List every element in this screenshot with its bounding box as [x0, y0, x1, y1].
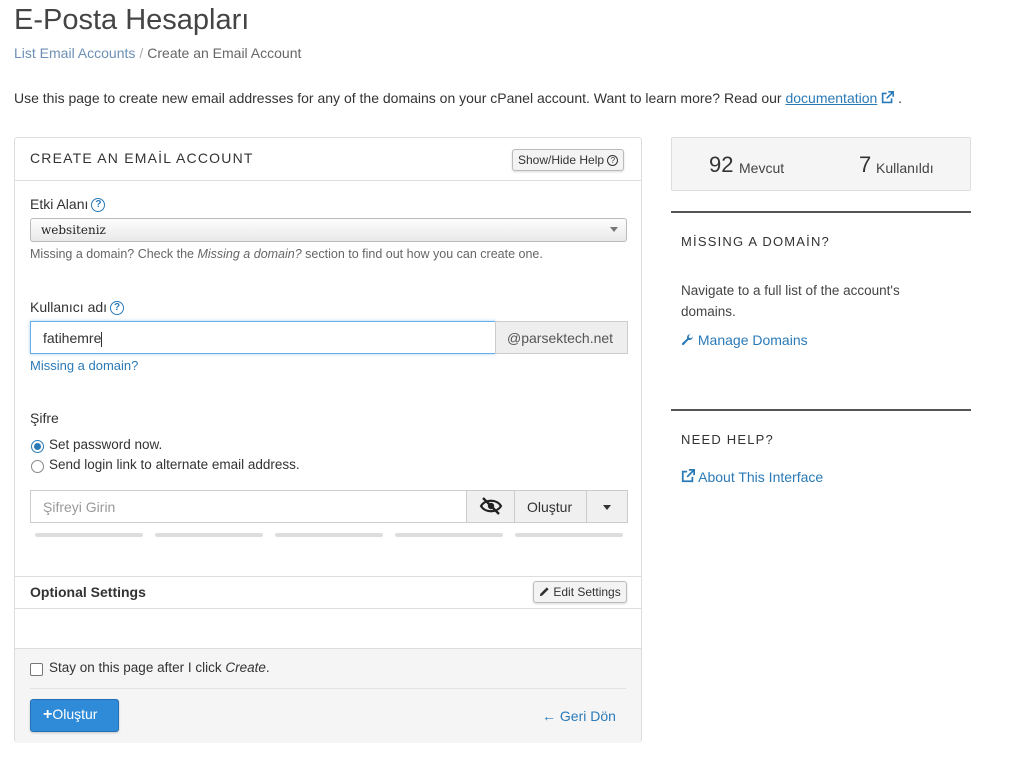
breadcrumb-current: Create an Email Account — [147, 45, 302, 61]
stay-text-em: Create — [225, 660, 266, 675]
eye-slash-icon — [479, 497, 503, 515]
username-input[interactable]: fatihemre — [30, 321, 496, 354]
pencil-icon — [539, 587, 549, 597]
stay-on-page-checkbox[interactable] — [30, 663, 43, 676]
missing-domain-text: Navigate to a full list of the account's… — [681, 283, 900, 319]
password-placeholder: Şifreyi Girin — [43, 499, 116, 515]
optional-settings-title: Optional Settings — [30, 584, 146, 600]
strength-segment — [275, 533, 383, 537]
strength-segment — [515, 533, 623, 537]
external-link-icon[interactable] — [881, 91, 895, 104]
footer-divider — [30, 688, 626, 689]
create-email-card: CREATE AN EMAİL ACCOUNT Show/Hide Help ?… — [14, 137, 642, 743]
password-input[interactable]: Şifreyi Girin — [30, 490, 467, 523]
manage-domains-link[interactable]: Manage Domains — [681, 332, 808, 348]
intro-paragraph: Use this page to create new email addres… — [14, 90, 902, 106]
caret-down-icon — [603, 505, 611, 510]
domain-label: Etki Alanı? — [30, 196, 106, 213]
about-interface-link[interactable]: About This Interface — [681, 469, 823, 485]
toggle-password-visibility-button[interactable] — [466, 490, 515, 523]
username-label: Kullanıcı adı? — [30, 299, 125, 316]
wrench-icon — [681, 334, 693, 346]
missing-domain-panel: MİSSING A DOMAİN? Navigate to a full lis… — [671, 211, 971, 383]
strength-segment — [155, 533, 263, 537]
domain-hint-em: Missing a domain? — [197, 247, 302, 261]
create-button-label: Oluştur — [52, 706, 98, 722]
edit-settings-label: Edit Settings — [553, 585, 621, 599]
stay-on-page-label[interactable]: Stay on this page after I click Create. — [49, 660, 270, 675]
email-quota-stats: 92 Mevcut 7 Kullanıldı — [671, 137, 971, 191]
form-footer: Stay on this page after I click Create. … — [15, 648, 641, 743]
card-header: CREATE AN EMAİL ACCOUNT Show/Hide Help ? — [15, 138, 641, 181]
go-back-label: Geri Dön — [559, 708, 616, 724]
intro-text: Use this page to create new email addres… — [14, 90, 782, 106]
generate-password-button[interactable]: Oluştur — [514, 490, 587, 523]
breadcrumb-separator: / — [139, 45, 144, 61]
domain-hint: Missing a domain? Check the Missing a do… — [30, 247, 543, 261]
radio-send-login-link[interactable] — [31, 460, 44, 473]
create-button[interactable]: +Oluştur — [30, 699, 119, 732]
about-interface-label: About This Interface — [698, 469, 824, 485]
documentation-link[interactable]: documentation — [785, 90, 877, 106]
generator-options-dropdown[interactable] — [586, 490, 628, 523]
edit-settings-button[interactable]: Edit Settings — [533, 581, 627, 603]
page-title: E-Posta Hesapları — [14, 4, 250, 36]
show-hide-help-label: Show/Hide Help — [518, 153, 605, 167]
username-help-icon[interactable]: ? — [110, 301, 125, 316]
breadcrumb: List Email Accounts / Create an Email Acco… — [14, 45, 301, 61]
go-back-link[interactable]: ← Geri Dön — [542, 708, 616, 724]
strength-segment — [395, 533, 503, 537]
arrow-left-icon: ← — [542, 708, 556, 724]
domain-hint-after: section to find out how you can create o… — [305, 247, 543, 261]
domain-select[interactable]: websiteniz — [30, 218, 627, 242]
domain-hint-before: Missing a domain? Check the — [30, 247, 194, 261]
username-value: fatihemre — [43, 330, 102, 346]
radio-set-password-label[interactable]: Set password now. — [49, 437, 162, 452]
manage-domains-label: Manage Domains — [697, 332, 808, 348]
text-cursor — [101, 331, 103, 347]
domain-help-icon[interactable]: ? — [91, 198, 106, 213]
stay-text-after: . — [265, 660, 270, 675]
plus-icon: + — [43, 706, 53, 723]
domain-suffix: @parsektech.net — [507, 330, 614, 346]
intro-end: . — [898, 90, 902, 106]
card-title: CREATE AN EMAİL ACCOUNT — [30, 150, 254, 166]
need-help-title: NEED HELP? — [681, 432, 774, 447]
radio-send-login-label[interactable]: Send login link to alternate email addre… — [49, 457, 300, 472]
radio-set-password-now[interactable] — [31, 440, 44, 453]
missing-domain-title: MİSSING A DOMAİN? — [681, 234, 830, 249]
domain-suffix-addon: @parsektech.net — [495, 321, 628, 354]
need-help-panel: NEED HELP? About This Interface — [671, 409, 971, 511]
breadcrumb-list-email-accounts[interactable]: List Email Accounts — [14, 45, 135, 61]
available-count: 92 — [709, 152, 734, 177]
help-circle-icon: ? — [607, 155, 619, 167]
show-hide-help-button[interactable]: Show/Hide Help ? — [512, 149, 625, 171]
password-label: Şifre — [30, 410, 59, 426]
chevron-down-icon — [610, 227, 618, 232]
domain-select-value: websiteniz — [41, 223, 106, 237]
external-link-icon — [681, 469, 695, 483]
strength-segment — [35, 533, 143, 537]
used-count: 7 — [859, 152, 872, 177]
domain-label-text: Etki Alanı — [30, 196, 89, 212]
optional-settings-header: Optional Settings Edit Settings — [15, 576, 641, 609]
username-label-text: Kullanıcı adı — [30, 299, 108, 315]
used-label: Kullanıldı — [876, 160, 934, 176]
missing-domain-link[interactable]: Missing a domain? — [30, 358, 138, 373]
available-label: Mevcut — [739, 160, 785, 176]
generate-password-label: Oluştur — [527, 499, 573, 515]
stay-text-before: Stay on this page after I click — [49, 660, 222, 675]
